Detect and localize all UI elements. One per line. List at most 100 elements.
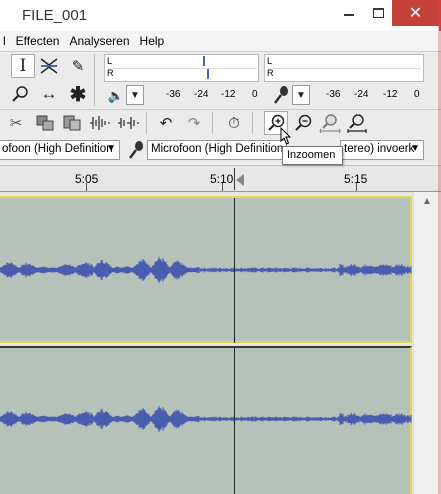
menu-analyseren[interactable]: Analyseren xyxy=(64,34,134,48)
host-select-value: ofoon (High Definition xyxy=(2,143,113,155)
time-shift-tool-button[interactable]: ↔ xyxy=(37,82,61,106)
scroll-up-icon[interactable]: ▲ xyxy=(422,196,432,207)
speaker-button[interactable]: 🔈 xyxy=(106,84,126,108)
copy-button[interactable] xyxy=(33,111,57,135)
redo-button[interactable]: ↷ xyxy=(182,111,206,135)
scale-label: -12 xyxy=(221,89,236,100)
timer-button[interactable]: ⏱ xyxy=(222,111,246,135)
microphone-icon xyxy=(129,141,143,159)
waveform-left xyxy=(0,256,412,284)
cut-button[interactable]: ✂ xyxy=(4,111,28,135)
menu-effecten[interactable]: Effecten xyxy=(11,34,65,48)
microphone-button[interactable] xyxy=(270,83,292,107)
record-meter[interactable]: L R xyxy=(264,54,424,82)
audio-track-channel-right[interactable] xyxy=(0,346,412,494)
paste-icon xyxy=(63,115,81,131)
recording-device-select[interactable]: Microfoon (High Definition A xyxy=(147,140,287,160)
scale-label: -24 xyxy=(194,89,209,100)
playback-meter-dropdown[interactable]: ▼ xyxy=(126,85,144,105)
recording-device-value: Microfoon (High Definition A xyxy=(151,143,287,155)
timeline-ruler[interactable]: 5:05 5:10 5:15 xyxy=(0,165,441,192)
multi-tool-button[interactable]: ✱ xyxy=(66,82,90,106)
zoom-tool-button[interactable] xyxy=(8,82,32,106)
recording-channels-value: tereo) invoerk xyxy=(344,143,415,155)
recording-channels-select[interactable]: tereo) invoerk ▼ xyxy=(340,140,424,160)
rec-meter-right-label: R xyxy=(267,68,274,78)
cursor-line xyxy=(234,348,235,494)
menu-help[interactable]: Help xyxy=(135,34,170,48)
silence-button[interactable] xyxy=(116,111,140,135)
peak-indicator-left xyxy=(203,56,205,66)
copy-icon xyxy=(36,115,54,131)
tooltip: Inzoomen xyxy=(282,146,343,165)
selection-tool-button[interactable]: I xyxy=(11,54,35,78)
double-arrow-icon: ↔ xyxy=(40,84,58,103)
host-select[interactable]: ofoon (High Definition ▼ xyxy=(0,140,120,160)
undo-button[interactable]: ↶ xyxy=(154,111,178,135)
pencil-icon: ✎ xyxy=(71,58,85,75)
ruler-tick xyxy=(356,183,357,191)
playhead-line xyxy=(234,168,235,190)
scale-label: -12 xyxy=(383,89,398,100)
maximize-icon xyxy=(372,8,384,18)
zoom-selection-icon xyxy=(319,114,341,133)
ruler-tick xyxy=(86,183,87,191)
playhead-marker-icon[interactable] xyxy=(236,174,244,186)
toolbar-separator xyxy=(212,112,213,134)
ruler-tick xyxy=(222,183,223,191)
toolbar-separator xyxy=(146,112,147,134)
speaker-icon: 🔈 xyxy=(107,88,125,103)
paste-button[interactable] xyxy=(60,111,84,135)
minimize-button[interactable] xyxy=(334,0,364,26)
audio-track-channel-left[interactable] xyxy=(0,196,412,343)
fit-project-button[interactable] xyxy=(345,111,369,135)
maximize-button[interactable] xyxy=(364,0,392,26)
trim-button[interactable] xyxy=(88,111,112,135)
microphone-icon xyxy=(274,86,288,104)
chevron-down-icon: ▼ xyxy=(106,143,116,154)
scale-label: 0 xyxy=(252,89,258,100)
scale-label: -24 xyxy=(354,89,369,100)
scale-label: -36 xyxy=(326,89,341,100)
undo-icon: ↶ xyxy=(159,115,173,132)
toolbar-separator xyxy=(252,112,253,134)
vertical-scrollbar[interactable]: ▲ xyxy=(413,192,441,494)
device-toolbar: ofoon (High Definition ▼ Microfoon (High… xyxy=(0,138,441,163)
record-meter-dropdown[interactable]: ▼ xyxy=(292,85,310,105)
scale-label: -36 xyxy=(166,89,181,100)
draw-tool-button[interactable]: ✎ xyxy=(66,54,90,78)
waveform-right xyxy=(0,405,412,433)
rec-meter-left-label: L xyxy=(267,56,273,66)
chevron-down-icon: ▼ xyxy=(410,143,420,154)
playback-meter[interactable]: L R xyxy=(104,54,259,82)
envelope-icon xyxy=(40,58,58,74)
close-button[interactable]: ✕ xyxy=(392,0,439,26)
minimize-icon xyxy=(344,14,354,16)
scale-label: 0 xyxy=(414,89,420,100)
zoom-out-button[interactable] xyxy=(291,111,315,135)
title-bar: FILE_001 ✕ xyxy=(0,0,441,31)
menu-partial[interactable]: l xyxy=(0,34,11,48)
close-icon: ✕ xyxy=(408,5,423,22)
stopwatch-icon: ⏱ xyxy=(228,114,240,132)
scissors-icon: ✂ xyxy=(9,115,23,132)
trim-audio-icon xyxy=(90,116,110,130)
recording-device-icon-button xyxy=(124,138,148,162)
track-area[interactable] xyxy=(0,192,413,494)
meter-left-label: L xyxy=(107,56,113,66)
tooltip-text: Inzoomen xyxy=(287,149,336,161)
magnifier-icon xyxy=(12,86,28,102)
dropdown-arrow-icon: ▼ xyxy=(130,89,140,101)
zoom-out-icon xyxy=(295,114,312,131)
toolbar-separator xyxy=(94,54,95,106)
envelope-tool-button[interactable] xyxy=(37,54,61,78)
meter-right-label: R xyxy=(107,68,114,78)
menu-bar: l Effecten Analyseren Help xyxy=(0,31,441,51)
zoom-fit-icon xyxy=(347,114,367,133)
window-title: FILE_001 xyxy=(22,7,88,24)
i-beam-icon: I xyxy=(19,56,27,76)
silence-audio-icon xyxy=(118,117,139,129)
dropdown-arrow-icon: ▼ xyxy=(296,89,306,101)
cursor-line xyxy=(234,198,235,343)
fit-selection-button[interactable] xyxy=(318,111,342,135)
